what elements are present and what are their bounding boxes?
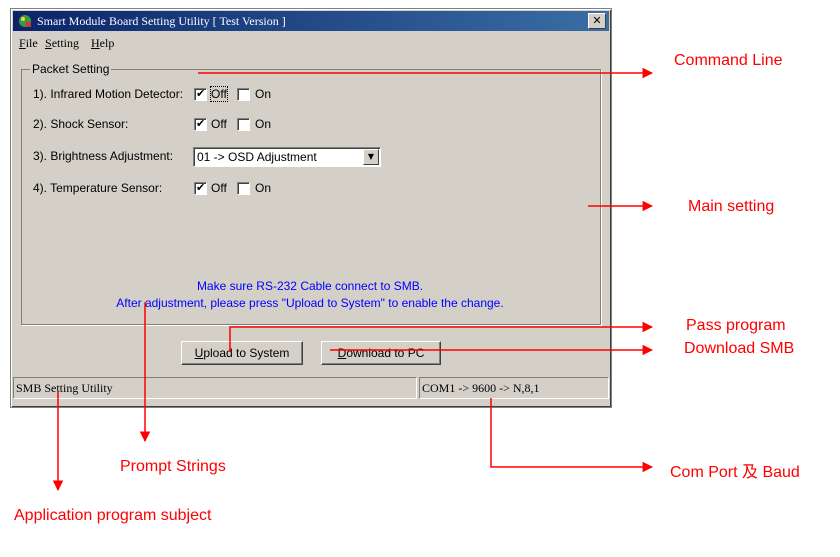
annotation-download-smb: Download SMB (684, 340, 795, 357)
annotation-prompt-strings: Prompt Strings (120, 458, 226, 475)
annotation-main-setting: Main setting (688, 198, 775, 215)
arrow-pass-program (229, 321, 654, 352)
annotation-com-port: Com Port 及 Baud (670, 464, 800, 481)
annotation-command-line: Command Line (674, 52, 783, 69)
annotation-pass-program: Pass program (686, 317, 786, 334)
arrow-com-port (490, 398, 654, 473)
annotation-app-subject: Application program subject (14, 507, 212, 524)
